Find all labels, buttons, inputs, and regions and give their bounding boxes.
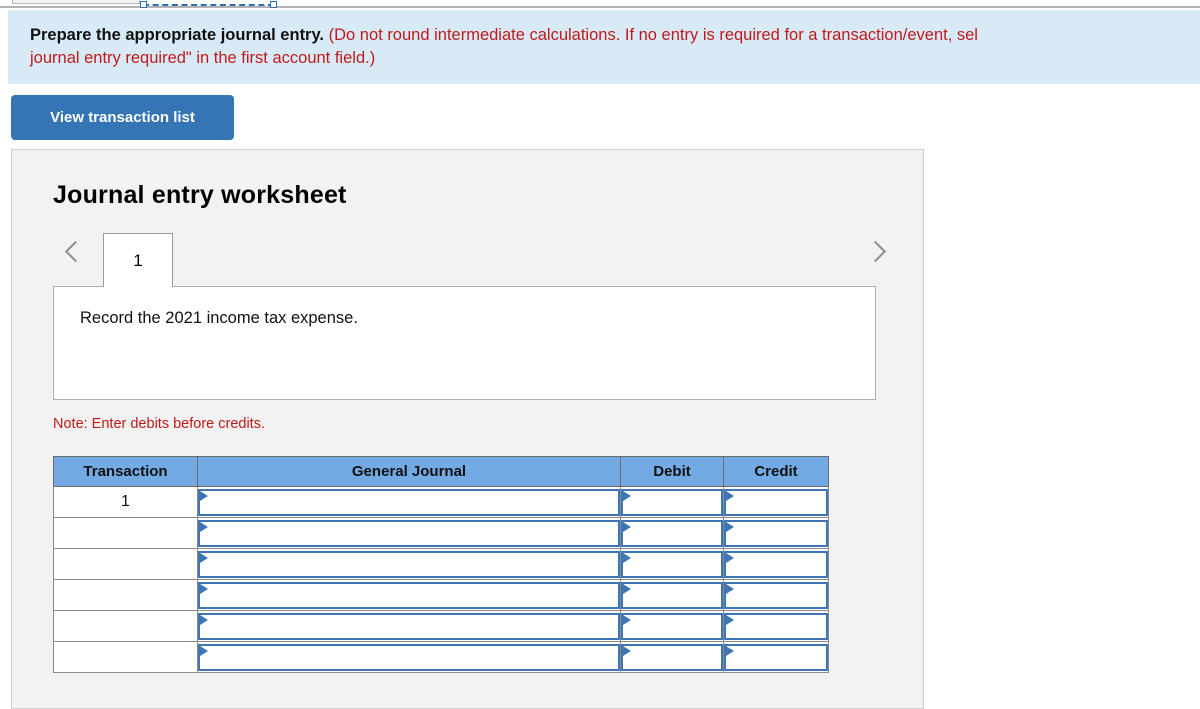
dropdown-triangle-icon (623, 553, 631, 563)
table-body: 1 (53, 486, 829, 673)
previous-tab-button[interactable] (64, 238, 90, 270)
chrome-horizontal-rule (0, 6, 1200, 8)
column-header-debit: Debit (620, 456, 724, 487)
column-header-credit: Credit (723, 456, 829, 487)
dropdown-triangle-icon (726, 646, 734, 656)
table-row (53, 579, 829, 611)
dropdown-triangle-icon (623, 584, 631, 594)
worksheet-title: Journal entry worksheet (53, 181, 347, 209)
general-journal-cell (197, 486, 621, 518)
credit-cell (723, 579, 829, 611)
selection-handle-right[interactable] (270, 1, 277, 8)
table-row: 1 (53, 486, 829, 518)
dropdown-triangle-icon (200, 615, 208, 625)
credit-cell (723, 486, 829, 518)
account-name-input[interactable] (198, 520, 620, 547)
debit-amount-input[interactable] (621, 489, 723, 516)
worksheet-tab-1[interactable]: 1 (103, 233, 173, 287)
credit-amount-input[interactable] (724, 613, 828, 640)
table-row (53, 548, 829, 580)
top-chrome-strip (0, 0, 1200, 10)
dropdown-triangle-icon (726, 615, 734, 625)
table-row (53, 610, 829, 642)
debit-cell (620, 548, 724, 580)
account-name-input[interactable] (198, 551, 620, 578)
credit-amount-input[interactable] (724, 582, 828, 609)
general-journal-cell (197, 548, 621, 580)
selection-handle-left[interactable] (140, 1, 147, 8)
transaction-description-text: Record the 2021 income tax expense. (80, 309, 358, 327)
debit-amount-input[interactable] (621, 520, 723, 547)
dropdown-triangle-icon (200, 584, 208, 594)
debit-cell (620, 579, 724, 611)
debit-cell (620, 610, 724, 642)
dropdown-triangle-icon (200, 646, 208, 656)
journal-entry-table: Transaction General Journal Debit Credit… (53, 456, 829, 673)
debit-cell (620, 641, 724, 673)
dropdown-triangle-icon (726, 522, 734, 532)
general-journal-cell (197, 610, 621, 642)
column-header-general-journal: General Journal (197, 456, 621, 487)
debit-cell (620, 517, 724, 549)
debit-cell (620, 486, 724, 518)
transaction-number-cell (53, 610, 198, 642)
selection-dashed-outline (143, 4, 274, 6)
debits-before-credits-note: Note: Enter debits before credits. (53, 416, 265, 432)
dropdown-triangle-icon (726, 584, 734, 594)
account-name-input[interactable] (198, 489, 620, 516)
dropdown-triangle-icon (200, 491, 208, 501)
instruction-bold-text: Prepare the appropriate journal entry. (30, 26, 325, 44)
column-header-transaction: Transaction (53, 456, 198, 487)
account-name-input[interactable] (198, 582, 620, 609)
transaction-number-cell: 1 (53, 486, 198, 518)
dropdown-triangle-icon (726, 491, 734, 501)
credit-amount-input[interactable] (724, 489, 828, 516)
credit-amount-input[interactable] (724, 520, 828, 547)
table-row (53, 641, 829, 673)
transaction-number-cell (53, 641, 198, 673)
debit-amount-input[interactable] (621, 582, 723, 609)
view-transaction-list-button[interactable]: View transaction list (11, 95, 234, 140)
credit-amount-input[interactable] (724, 644, 828, 671)
dropdown-triangle-icon (726, 553, 734, 563)
transaction-description-box: Record the 2021 income tax expense. (53, 286, 876, 400)
credit-cell (723, 610, 829, 642)
chevron-left-icon (64, 240, 87, 263)
instruction-red-text-part2: journal entry required" in the first acc… (30, 49, 376, 67)
general-journal-cell (197, 517, 621, 549)
credit-amount-input[interactable] (724, 551, 828, 578)
instruction-banner: Prepare the appropriate journal entry. (… (8, 10, 1200, 84)
credit-cell (723, 548, 829, 580)
dropdown-triangle-icon (623, 615, 631, 625)
journal-entry-worksheet-panel: Journal entry worksheet 1 Record the 202… (11, 149, 924, 709)
transaction-number-cell (53, 517, 198, 549)
dropdown-triangle-icon (200, 522, 208, 532)
table-header-row: Transaction General Journal Debit Credit (53, 456, 829, 487)
general-journal-cell (197, 579, 621, 611)
general-journal-cell (197, 641, 621, 673)
debit-amount-input[interactable] (621, 644, 723, 671)
table-row (53, 517, 829, 549)
instruction-red-text-part1: (Do not round intermediate calculations.… (328, 26, 978, 44)
instruction-line-1: Prepare the appropriate journal entry. (… (30, 24, 1200, 47)
credit-cell (723, 641, 829, 673)
next-tab-button[interactable] (864, 238, 890, 270)
dropdown-triangle-icon (623, 522, 631, 532)
account-name-input[interactable] (198, 644, 620, 671)
dropdown-triangle-icon (200, 553, 208, 563)
transaction-number-cell (53, 579, 198, 611)
dropdown-triangle-icon (623, 491, 631, 501)
credit-cell (723, 517, 829, 549)
transaction-number-cell (53, 548, 198, 580)
dropdown-triangle-icon (623, 646, 631, 656)
account-name-input[interactable] (198, 613, 620, 640)
chevron-right-icon (864, 240, 887, 263)
debit-amount-input[interactable] (621, 613, 723, 640)
chrome-edge-box (12, 0, 140, 4)
debit-amount-input[interactable] (621, 551, 723, 578)
